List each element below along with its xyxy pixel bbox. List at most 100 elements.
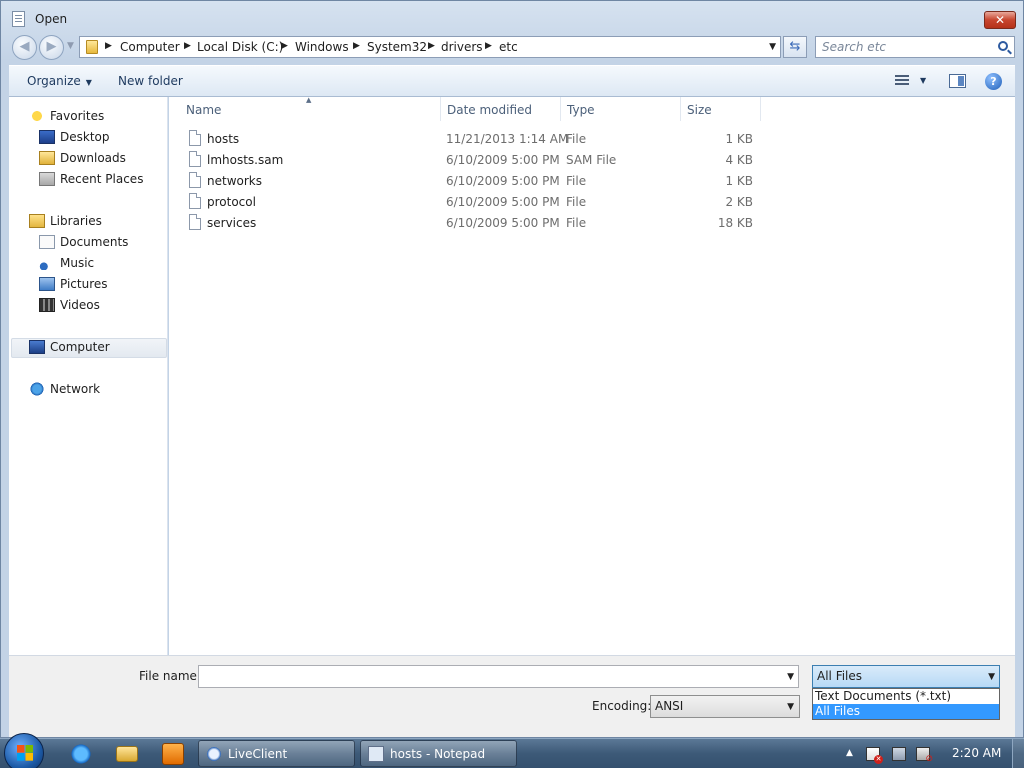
file-row[interactable]: services 6/10/2009 5:00 PM File 18 KB bbox=[177, 212, 767, 233]
taskbar-button-notepad[interactable]: hosts - Notepad bbox=[360, 740, 517, 767]
start-button[interactable] bbox=[4, 733, 44, 768]
column-divider[interactable] bbox=[440, 97, 441, 121]
chevron-right-icon[interactable]: ▶ bbox=[485, 41, 492, 51]
file-row[interactable]: protocol 6/10/2009 5:00 PM File 2 KB bbox=[177, 191, 767, 212]
file-type-option-text-documents[interactable]: Text Documents (*.txt) bbox=[813, 689, 999, 704]
breadcrumb-etc[interactable]: etc bbox=[499, 40, 518, 54]
breadcrumb-computer[interactable]: Computer bbox=[120, 40, 180, 54]
column-divider[interactable] bbox=[560, 97, 561, 121]
computer-icon bbox=[29, 340, 45, 354]
file-type: File bbox=[566, 195, 587, 209]
chevron-down-icon[interactable]: ▼ bbox=[787, 672, 794, 682]
file-date: 6/10/2009 5:00 PM bbox=[446, 216, 560, 230]
view-options-chevron-icon[interactable]: ▼ bbox=[920, 76, 926, 85]
file-date: 6/10/2009 5:00 PM bbox=[446, 174, 560, 188]
windows-explorer-icon[interactable] bbox=[116, 746, 138, 762]
file-name: services bbox=[207, 216, 257, 230]
search-input[interactable] bbox=[816, 37, 994, 57]
encoding-value: ANSI bbox=[655, 699, 684, 713]
dialog-title: Open bbox=[35, 12, 68, 26]
folder-icon bbox=[86, 40, 98, 54]
sidebar-item-label: Videos bbox=[60, 298, 100, 312]
column-header-date-modified[interactable]: Date modified bbox=[447, 103, 532, 117]
sidebar-item-label: Desktop bbox=[60, 130, 110, 144]
sidebar-item-label: Recent Places bbox=[60, 172, 144, 186]
file-icon bbox=[189, 130, 201, 146]
taskbar-button-liveclient[interactable]: LiveClient bbox=[198, 740, 355, 767]
recent-locations-chevron-icon[interactable]: ▼ bbox=[67, 41, 74, 51]
file-type: File bbox=[566, 174, 587, 188]
chevron-right-icon[interactable]: ▶ bbox=[353, 41, 360, 51]
back-button[interactable]: ◀ bbox=[12, 35, 37, 60]
chevron-down-icon[interactable]: ▼ bbox=[988, 672, 995, 682]
file-row[interactable]: lmhosts.sam 6/10/2009 5:00 PM SAM File 4… bbox=[177, 149, 767, 170]
action-center-flag-icon[interactable] bbox=[866, 747, 883, 764]
taskbar-button-label: hosts - Notepad bbox=[390, 747, 486, 761]
new-folder-button[interactable]: New folder bbox=[118, 74, 183, 88]
file-row[interactable]: networks 6/10/2009 5:00 PM File 1 KB bbox=[177, 170, 767, 191]
dialog-footer: File name: ▼ All Files ▼ Text Documents … bbox=[9, 655, 1015, 737]
column-divider[interactable] bbox=[760, 97, 761, 121]
favorites-star-icon bbox=[29, 109, 45, 123]
file-name-label: File name: bbox=[139, 669, 201, 683]
search-box[interactable] bbox=[815, 36, 1015, 58]
liveclient-icon bbox=[206, 746, 222, 762]
breadcrumb-local-disk[interactable]: Local Disk (C:) bbox=[197, 40, 283, 54]
breadcrumb-drivers[interactable]: drivers bbox=[441, 40, 483, 54]
chevron-down-icon[interactable]: ▼ bbox=[787, 702, 794, 712]
address-dropdown-icon[interactable]: ▼ bbox=[769, 42, 776, 52]
file-size: 18 KB bbox=[717, 216, 753, 230]
volume-muted-icon[interactable] bbox=[916, 747, 933, 764]
forward-button[interactable]: ▶ bbox=[39, 35, 64, 60]
chevron-right-icon[interactable]: ▶ bbox=[184, 41, 191, 51]
title-bar[interactable]: Open ✕ bbox=[1, 1, 1023, 35]
file-name-combobox[interactable]: ▼ bbox=[198, 665, 799, 688]
file-type-option-all-files[interactable]: All Files bbox=[813, 704, 999, 719]
file-type-value: All Files bbox=[817, 669, 863, 683]
file-name-input[interactable] bbox=[199, 666, 775, 687]
column-header-type[interactable]: Type bbox=[567, 103, 595, 117]
file-date: 6/10/2009 5:00 PM bbox=[446, 153, 560, 167]
media-player-icon[interactable] bbox=[162, 743, 184, 765]
column-header-name[interactable]: Name bbox=[186, 103, 221, 117]
file-name: hosts bbox=[207, 132, 240, 146]
desktop-icon bbox=[39, 130, 55, 144]
organize-button[interactable]: Organize ▼ bbox=[27, 74, 92, 88]
file-name: lmhosts.sam bbox=[207, 153, 284, 167]
pictures-icon bbox=[39, 277, 55, 291]
address-bar[interactable]: ▶ Computer ▶ Local Disk (C:) ▶ Windows ▶… bbox=[79, 36, 781, 58]
file-type-select[interactable]: All Files ▼ bbox=[812, 665, 1000, 688]
file-list-pane: ▲ Name Date modified Type Size hosts 11/… bbox=[169, 96, 1015, 655]
file-row[interactable]: hosts 11/21/2013 1:14 AM File 1 KB bbox=[177, 128, 767, 149]
sidebar-item-label: Documents bbox=[60, 235, 129, 249]
change-view-icon[interactable] bbox=[895, 75, 909, 87]
sidebar-item-label: Network bbox=[50, 382, 101, 396]
column-divider[interactable] bbox=[680, 97, 681, 121]
taskbar-button-label: LiveClient bbox=[228, 747, 288, 761]
breadcrumb-system32[interactable]: System32 bbox=[367, 40, 427, 54]
help-icon[interactable]: ? bbox=[985, 73, 1002, 90]
network-icon bbox=[29, 382, 45, 396]
breadcrumb-windows[interactable]: Windows bbox=[295, 40, 349, 54]
chevron-right-icon[interactable]: ▶ bbox=[105, 41, 112, 51]
search-icon[interactable] bbox=[998, 41, 1008, 51]
chevron-right-icon[interactable]: ▶ bbox=[281, 41, 288, 51]
sidebar-libraries-label: Libraries bbox=[50, 214, 102, 228]
file-type: File bbox=[566, 216, 587, 230]
preview-pane-icon[interactable] bbox=[949, 74, 966, 88]
column-header-size[interactable]: Size bbox=[687, 103, 712, 117]
system-clock[interactable]: 2:20 AM bbox=[952, 746, 1001, 760]
chevron-down-icon: ▼ bbox=[85, 78, 92, 87]
sidebar-item-label: Music bbox=[60, 256, 95, 270]
refresh-button[interactable]: ⇆ bbox=[783, 36, 807, 58]
close-button[interactable]: ✕ bbox=[984, 11, 1016, 29]
chevron-right-icon[interactable]: ▶ bbox=[428, 41, 435, 51]
file-size: 4 KB bbox=[725, 153, 753, 167]
show-hidden-icons-chevron-icon[interactable]: ▲ bbox=[846, 748, 853, 758]
show-desktop-button[interactable] bbox=[1012, 739, 1024, 768]
network-status-icon[interactable] bbox=[892, 747, 906, 761]
encoding-select[interactable]: ANSI ▼ bbox=[650, 695, 800, 718]
internet-explorer-icon[interactable] bbox=[70, 743, 92, 765]
documents-icon bbox=[39, 235, 55, 249]
music-icon bbox=[39, 256, 55, 270]
